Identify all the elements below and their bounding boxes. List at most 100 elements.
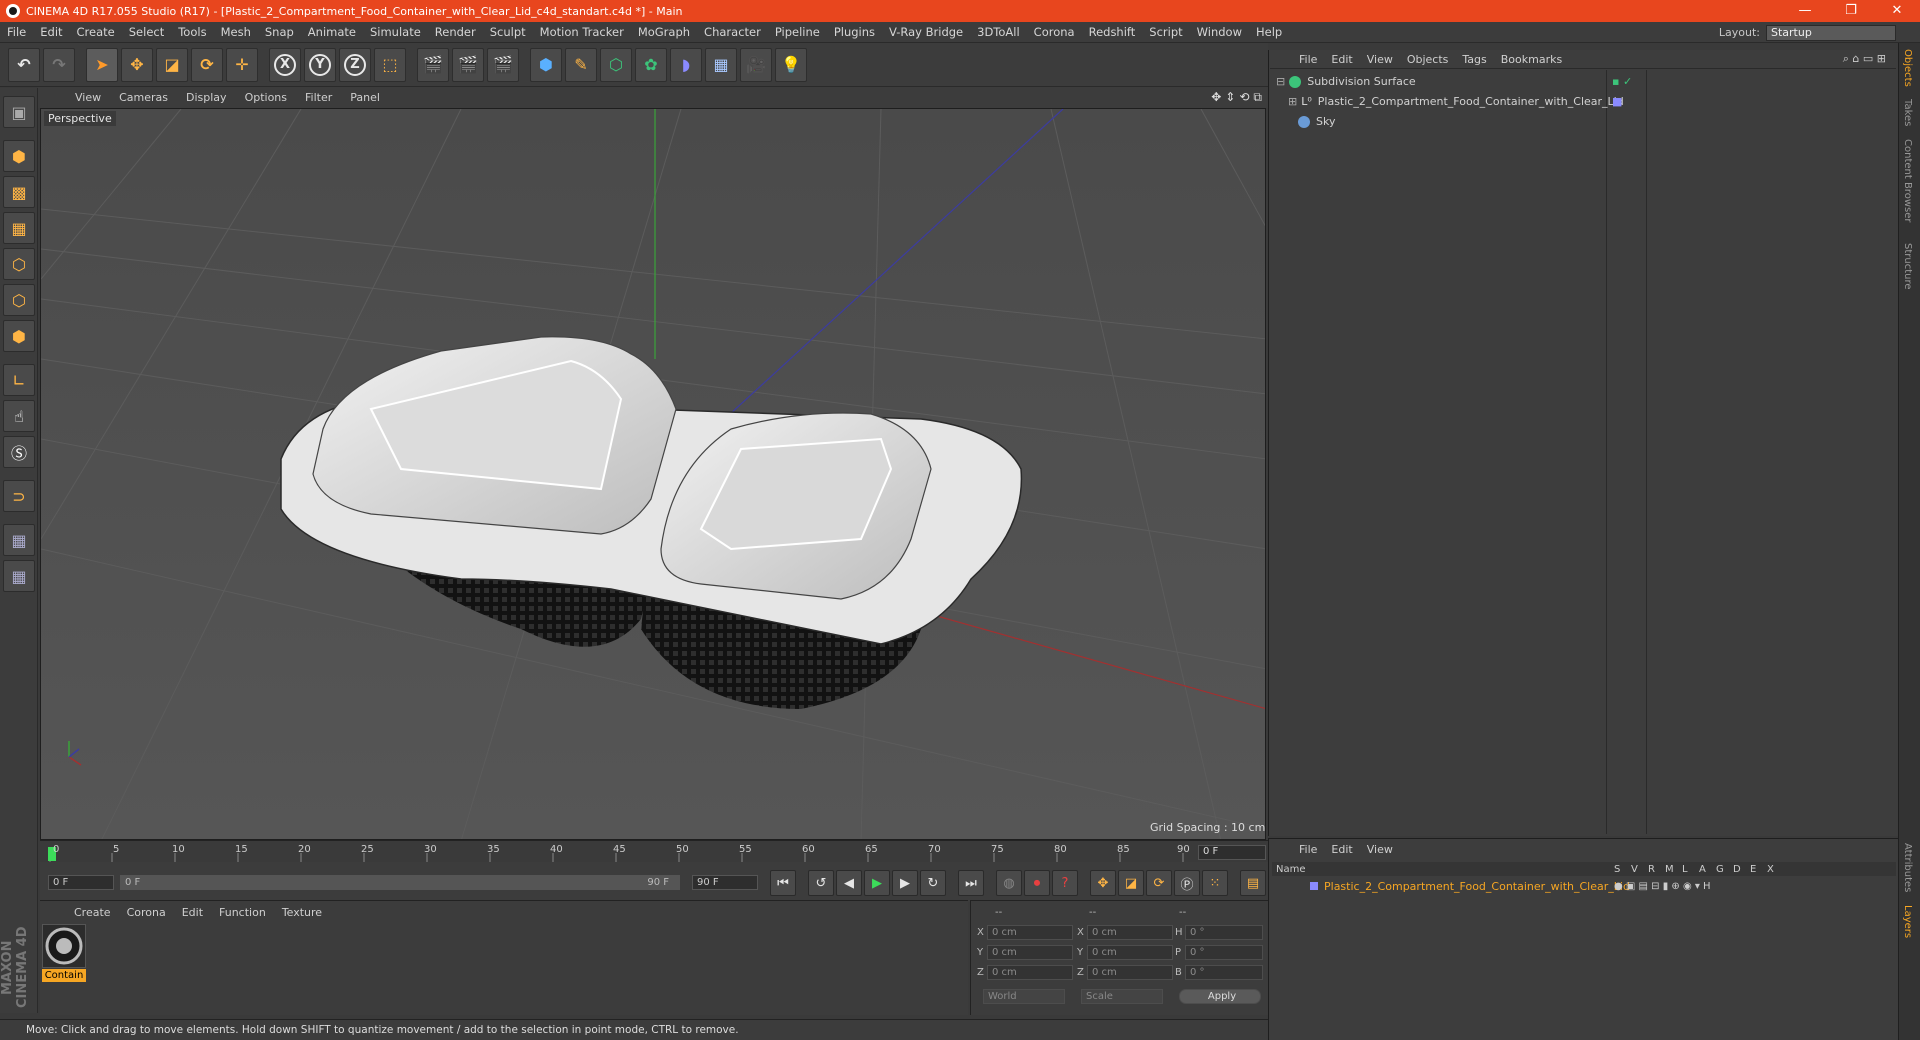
move-tool-icon[interactable]: ✥ <box>121 47 153 82</box>
key-pla-icon[interactable]: ⁙ <box>1202 870 1228 896</box>
menu-render[interactable]: Render <box>428 25 483 39</box>
object-row-sky[interactable]: Sky <box>1272 112 1894 131</box>
material-menu-edit[interactable]: Edit <box>174 906 211 919</box>
menu-sculpt[interactable]: Sculpt <box>483 25 533 39</box>
polygons-mode-icon[interactable]: ⬢ <box>3 320 35 352</box>
layer-menu-view[interactable]: View <box>1360 843 1400 856</box>
points-mode-icon[interactable]: ⬡ <box>3 248 35 280</box>
viewport-menu-filter[interactable]: Filter <box>296 91 341 104</box>
tab-content-browser[interactable]: Content Browser <box>1902 139 1913 222</box>
y-axis-lock-icon[interactable]: Y <box>304 47 336 82</box>
scale-tool-icon[interactable]: ◪ <box>156 47 188 82</box>
obj-menu-file[interactable]: File <box>1292 53 1324 66</box>
layer-row[interactable]: Plastic_2_Compartment_Food_Container_wit… <box>1272 878 1896 894</box>
viewport-menu-display[interactable]: Display <box>177 91 236 104</box>
transform-tool-icon[interactable]: ✛ <box>226 47 258 82</box>
timeline-ruler[interactable]: 0 5 10 15 20 25 30 35 40 45 50 55 60 65 … <box>40 840 1268 863</box>
next-key-icon[interactable]: ↻ <box>920 870 946 896</box>
snapping-icon[interactable]: ⊃ <box>3 480 35 512</box>
material-menu-corona[interactable]: Corona <box>119 906 174 919</box>
material-name-label[interactable]: Contain <box>42 969 86 982</box>
object-row-container[interactable]: ⊞ L⁰ Plastic_2_Compartment_Food_Containe… <box>1272 92 1894 111</box>
obj-menu-objects[interactable]: Objects <box>1400 53 1456 66</box>
mograph-cloner-icon[interactable]: ✿ <box>635 47 667 82</box>
menu-simulate[interactable]: Simulate <box>363 25 428 39</box>
obj-menu-edit[interactable]: Edit <box>1324 53 1359 66</box>
subdivision-surface-icon[interactable]: ⬡ <box>600 47 632 82</box>
menu-motion-tracker[interactable]: Motion Tracker <box>533 25 631 39</box>
floor-environment-icon[interactable]: ▦ <box>705 47 737 82</box>
light-icon[interactable]: 💡 <box>775 47 807 82</box>
viewport-orbit-icon[interactable]: ⟲ <box>1239 90 1249 105</box>
frame-range-slider[interactable]: 0 F 90 F <box>120 875 680 890</box>
pos-y-field[interactable]: 0 cm <box>987 945 1073 960</box>
size-y-field[interactable]: 0 cm <box>1087 945 1173 960</box>
model-mode-icon[interactable]: ⬢ <box>3 140 35 172</box>
layout-dropdown[interactable]: Startup <box>1766 24 1896 41</box>
tab-structure[interactable]: Structure <box>1902 243 1913 290</box>
layer-menu-file[interactable]: File <box>1292 843 1324 856</box>
layer-color-swatch[interactable] <box>1310 882 1318 890</box>
edges-mode-icon[interactable]: ⬡ <box>3 284 35 316</box>
menu-mesh[interactable]: Mesh <box>214 25 258 39</box>
spline-pen-icon[interactable]: ✎ <box>565 47 597 82</box>
menu-window[interactable]: Window <box>1190 25 1249 39</box>
tweak-mode-icon[interactable]: ☝ <box>3 400 35 432</box>
pos-x-field[interactable]: 0 cm <box>987 925 1073 940</box>
previous-frame-icon[interactable]: ◀ <box>836 870 862 896</box>
size-x-field[interactable]: 0 cm <box>1087 925 1173 940</box>
z-axis-lock-icon[interactable]: Z <box>339 47 371 82</box>
scale-dropdown[interactable]: Scale <box>1081 989 1163 1004</box>
obj-menu-view[interactable]: View <box>1360 53 1400 66</box>
texture-mode-icon[interactable]: ▩ <box>3 176 35 208</box>
menu-snap[interactable]: Snap <box>258 25 301 39</box>
expand-toggle-icon[interactable]: ⊞ <box>1288 95 1297 108</box>
menu-script[interactable]: Script <box>1142 25 1189 39</box>
size-z-field[interactable]: 0 cm <box>1087 965 1173 980</box>
select-cursor-icon[interactable]: ➤ <box>86 47 118 82</box>
world-dropdown[interactable]: World <box>983 989 1065 1004</box>
menu-vray-bridge[interactable]: V-Ray Bridge <box>882 25 970 39</box>
camera-icon[interactable]: 🎥 <box>740 47 772 82</box>
viewport-menu-cameras[interactable]: Cameras <box>110 91 177 104</box>
key-rotation-icon[interactable]: ⟳ <box>1146 870 1172 896</box>
autokey-icon[interactable]: ⏺ <box>1024 870 1050 896</box>
menu-animate[interactable]: Animate <box>301 25 363 39</box>
obj-menu-tags[interactable]: Tags <box>1455 53 1493 66</box>
viewport-pan-icon[interactable]: ✥ <box>1211 90 1221 105</box>
material-menu-create[interactable]: Create <box>66 906 119 919</box>
menu-redshift[interactable]: Redshift <box>1082 25 1143 39</box>
camera-label[interactable]: Perspective <box>44 111 116 126</box>
menu-mograph[interactable]: MoGraph <box>631 25 697 39</box>
material-swatch[interactable] <box>42 924 86 968</box>
solo-mode-icon[interactable]: Ⓢ <box>3 436 35 468</box>
play-icon[interactable]: ▶ <box>864 870 890 896</box>
material-tag-icon[interactable]: ■ <box>1612 95 1622 108</box>
object-row-subdivision[interactable]: ⊟ Subdivision Surface ▪ ✓ <box>1272 72 1894 91</box>
record-position-icon[interactable]: ◍ <box>996 870 1022 896</box>
render-view-icon[interactable]: 🎬 <box>417 47 449 82</box>
menu-help[interactable]: Help <box>1249 25 1289 39</box>
locked-workplane-icon[interactable]: ▦ <box>3 524 35 556</box>
viewport-menu-view[interactable]: View <box>66 91 110 104</box>
tab-objects[interactable]: Objects <box>1902 49 1913 87</box>
viewport-dolly-icon[interactable]: ⇕ <box>1225 90 1235 105</box>
deformer-icon[interactable]: ◗ <box>670 47 702 82</box>
make-editable-icon[interactable]: ▣ <box>3 96 35 128</box>
planar-workplane-icon[interactable]: ▦ <box>3 560 35 592</box>
obj-menu-bookmarks[interactable]: Bookmarks <box>1494 53 1569 66</box>
menu-create[interactable]: Create <box>70 25 122 39</box>
rot-h-field[interactable]: 0 ° <box>1185 925 1263 940</box>
perspective-viewport[interactable] <box>40 108 1266 840</box>
object-visibility-check-icon[interactable]: ▪ ✓ <box>1612 75 1632 88</box>
key-scale-icon[interactable]: ◪ <box>1118 870 1144 896</box>
key-parameter-icon[interactable]: Ⓟ <box>1174 870 1200 896</box>
rotate-tool-icon[interactable]: ⟳ <box>191 47 223 82</box>
menu-file[interactable]: File <box>0 25 33 39</box>
layer-toggle-icons[interactable]: ● ▣ ▤ ⊟ ▮ ⊕ ◉ ▾ H <box>1614 881 1711 892</box>
tab-attributes[interactable]: Attributes <box>1902 843 1913 892</box>
key-position-icon[interactable]: ✥ <box>1090 870 1116 896</box>
go-to-end-icon[interactable]: ⏭ <box>958 870 984 896</box>
render-settings-icon[interactable]: 🎬 <box>487 47 519 82</box>
viewport-menu-panel[interactable]: Panel <box>341 91 389 104</box>
